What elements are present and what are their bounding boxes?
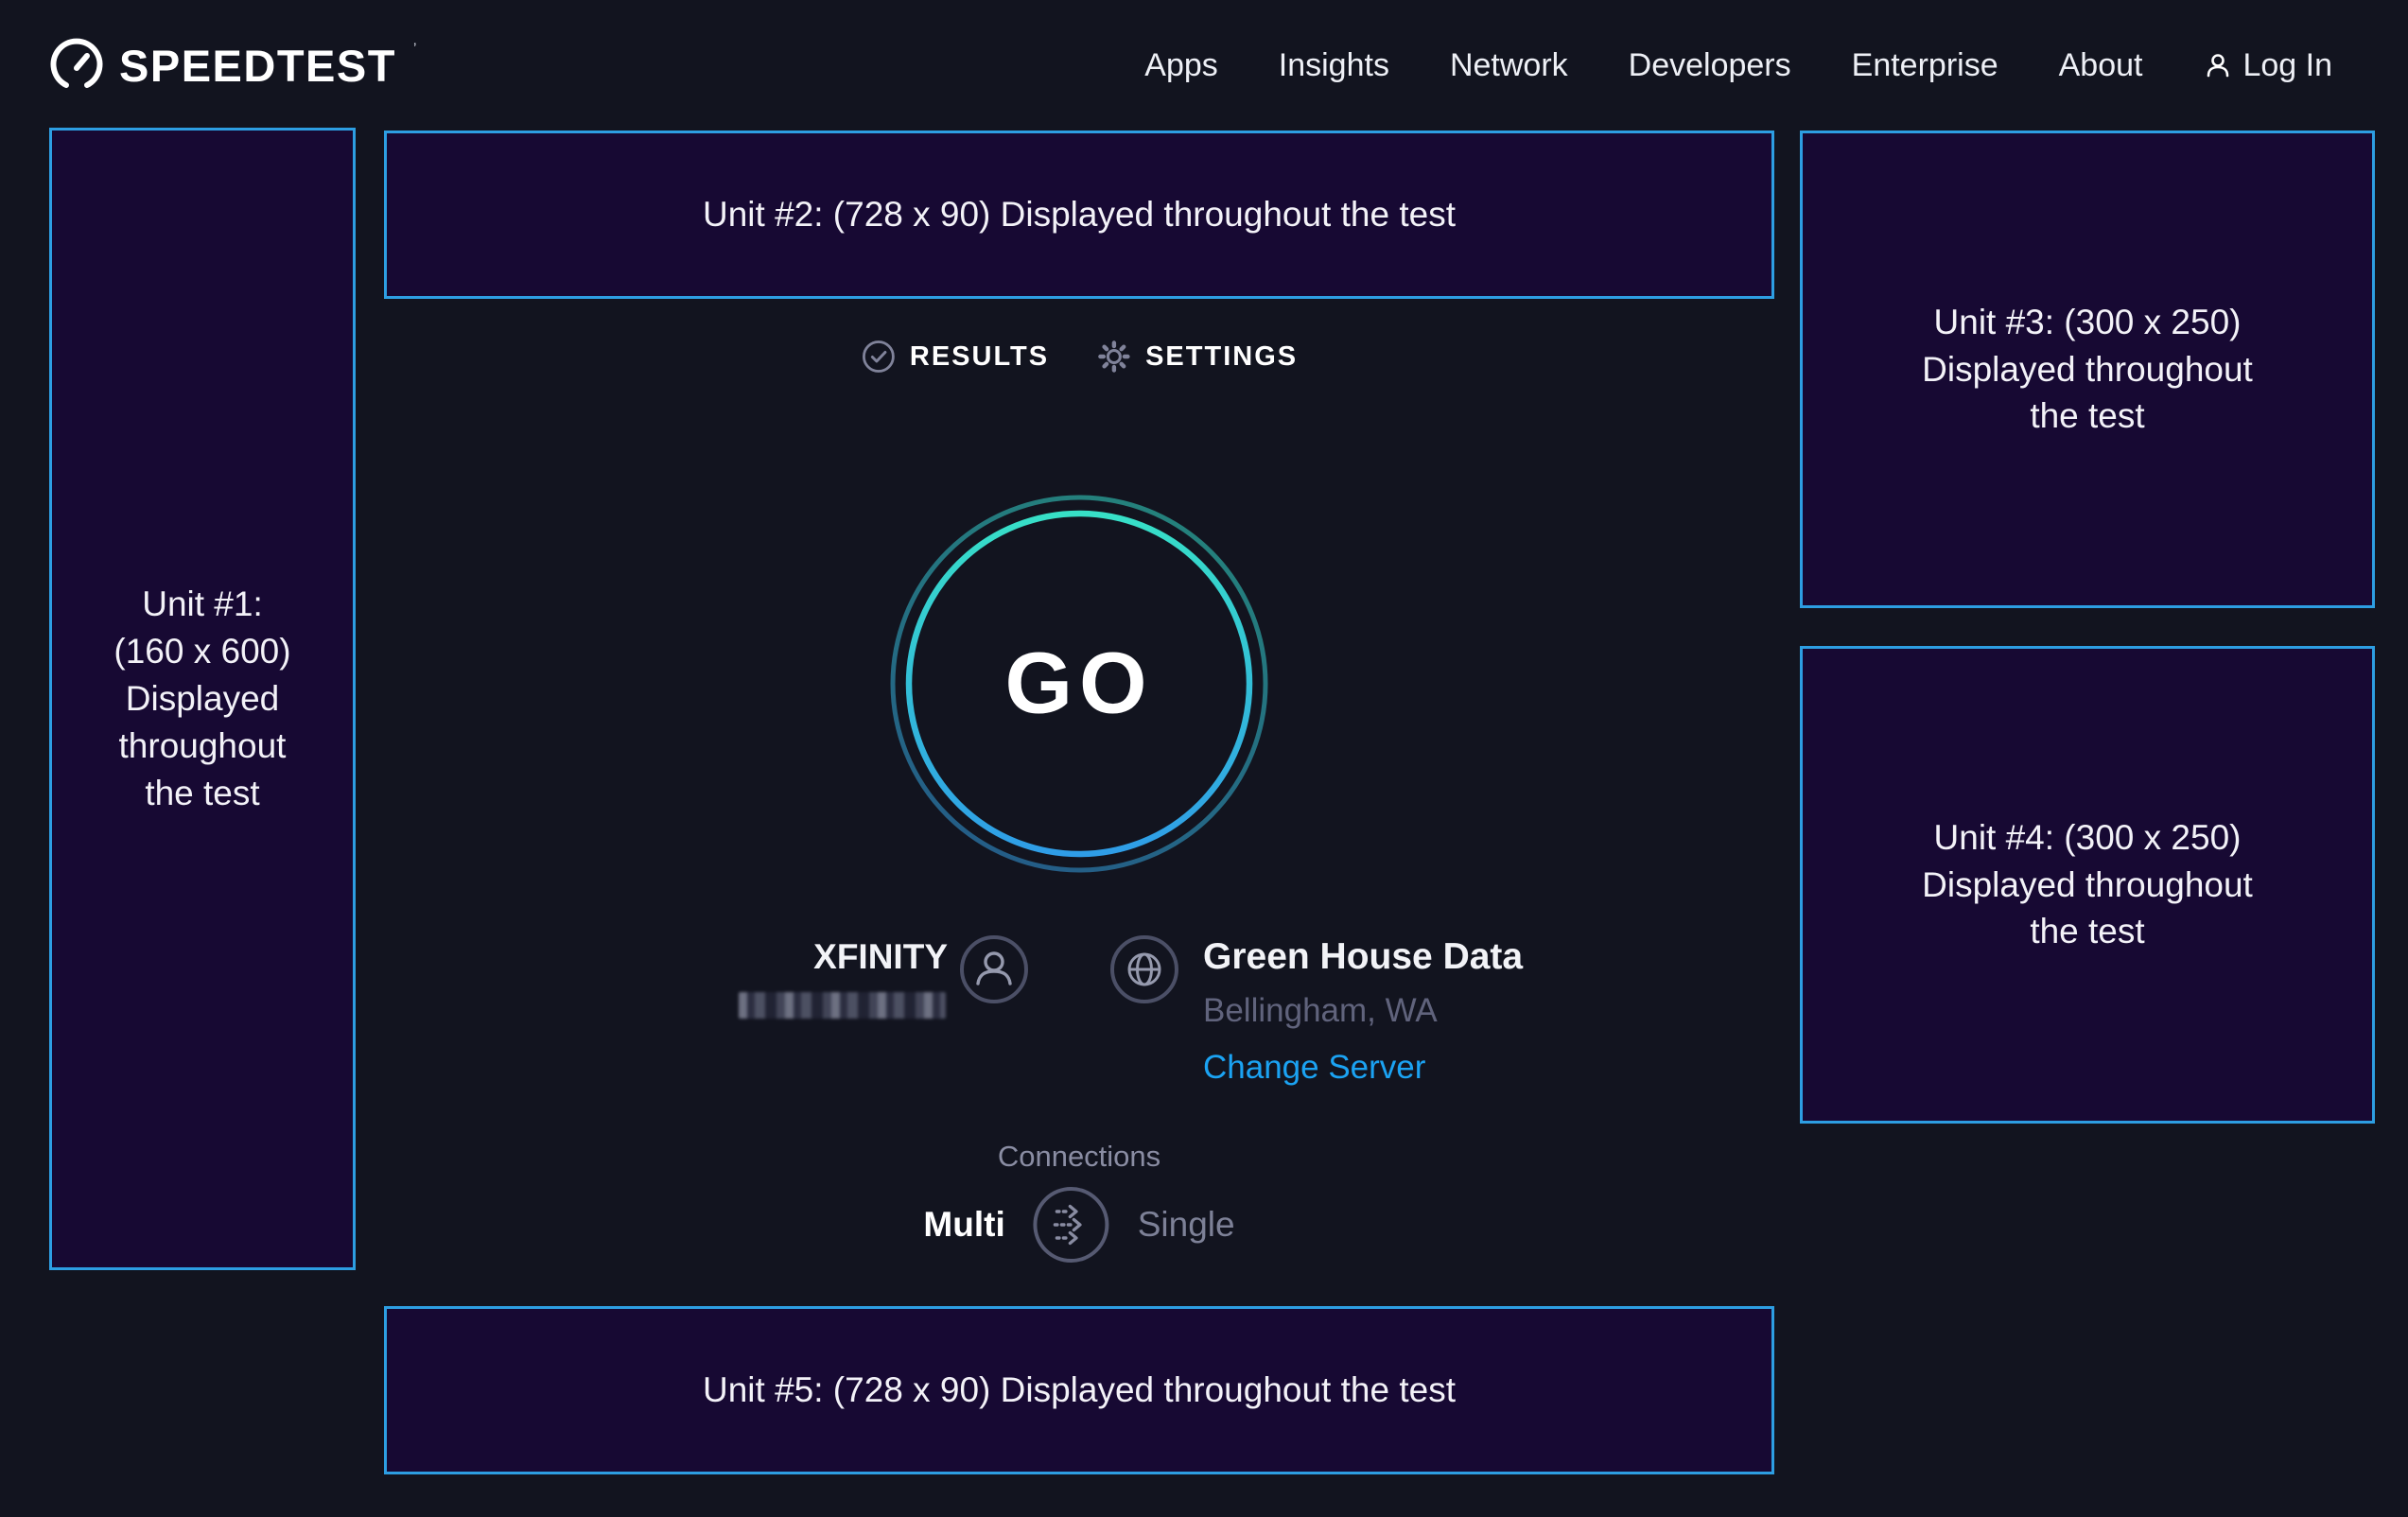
ad-unit-4-label: Unit #4: (300 x 250) Displayed throughou… (1922, 814, 2253, 956)
nav-item-insights[interactable]: Insights (1279, 47, 1389, 84)
nav-item-developers[interactable]: Developers (1629, 47, 1791, 84)
speedtest-logo[interactable]: SPEEDTEST ʼ (49, 38, 417, 93)
check-circle-icon (861, 339, 897, 375)
tab-settings[interactable]: SETTINGS (1096, 339, 1298, 375)
server-info: Green House Data Bellingham, WA Change S… (1203, 936, 1523, 1087)
top-nav: Apps Insights Network Developers Enterpr… (1144, 0, 2332, 131)
login-label: Log In (2242, 47, 2332, 84)
ad-unit-2[interactable]: Unit #2: (728 x 90) Displayed throughout… (384, 131, 1774, 299)
connections-multi-option[interactable]: Multi (923, 1205, 1004, 1245)
globe-icon (1108, 933, 1180, 1005)
trademark-mark: ʼ (413, 42, 417, 59)
go-button[interactable]: GO (1004, 635, 1153, 734)
redacted-ip (739, 992, 946, 1019)
change-server-link[interactable]: Change Server (1203, 1049, 1523, 1087)
isp-avatar-icon (958, 933, 1030, 1005)
ad-unit-5-label: Unit #5: (728 x 90) Displayed throughout… (703, 1367, 1456, 1414)
ad-unit-2-label: Unit #2: (728 x 90) Displayed throughout… (703, 191, 1456, 238)
speedtest-page: SPEEDTEST ʼ Apps Insights Network Develo… (0, 0, 2408, 1517)
tab-results[interactable]: RESULTS (861, 339, 1049, 375)
ad-unit-4[interactable]: Unit #4: (300 x 250) Displayed throughou… (1800, 646, 2375, 1124)
speedometer-icon (49, 38, 104, 93)
nav-item-enterprise[interactable]: Enterprise (1852, 47, 1998, 84)
results-settings-tabs: RESULTS SETTING (861, 339, 1298, 375)
user-icon (2203, 50, 2233, 80)
server-location: Bellingham, WA (1203, 992, 1523, 1030)
login-button[interactable]: Log In (2203, 47, 2332, 84)
nav-item-network[interactable]: Network (1450, 47, 1568, 84)
logo-wordmark: SPEEDTEST (119, 40, 396, 92)
nav-item-about[interactable]: About (2059, 47, 2143, 84)
ad-unit-3-label: Unit #3: (300 x 250) Displayed throughou… (1922, 299, 2253, 441)
nav-item-apps[interactable]: Apps (1144, 47, 1218, 84)
tab-settings-label: SETTINGS (1145, 341, 1298, 373)
tab-results-label: RESULTS (910, 341, 1049, 373)
ad-unit-1-label: Unit #1: (160 x 600) Displayed throughou… (113, 581, 290, 817)
server-name: Green House Data (1203, 936, 1523, 978)
multi-connection-arrows-icon (1032, 1185, 1111, 1264)
ad-unit-5[interactable]: Unit #5: (728 x 90) Displayed throughout… (384, 1306, 1774, 1474)
isp-name: XFINITY (662, 937, 948, 977)
ad-unit-3[interactable]: Unit #3: (300 x 250) Displayed throughou… (1800, 131, 2375, 608)
connections-single-option[interactable]: Single (1138, 1205, 1235, 1245)
connections-label: Connections (998, 1140, 1160, 1174)
connections-toggle[interactable] (1032, 1185, 1111, 1264)
ad-unit-1[interactable]: Unit #1: (160 x 600) Displayed throughou… (49, 128, 356, 1270)
connections-toggle-row: Multi Single (923, 1185, 1234, 1264)
gear-icon (1096, 339, 1132, 375)
